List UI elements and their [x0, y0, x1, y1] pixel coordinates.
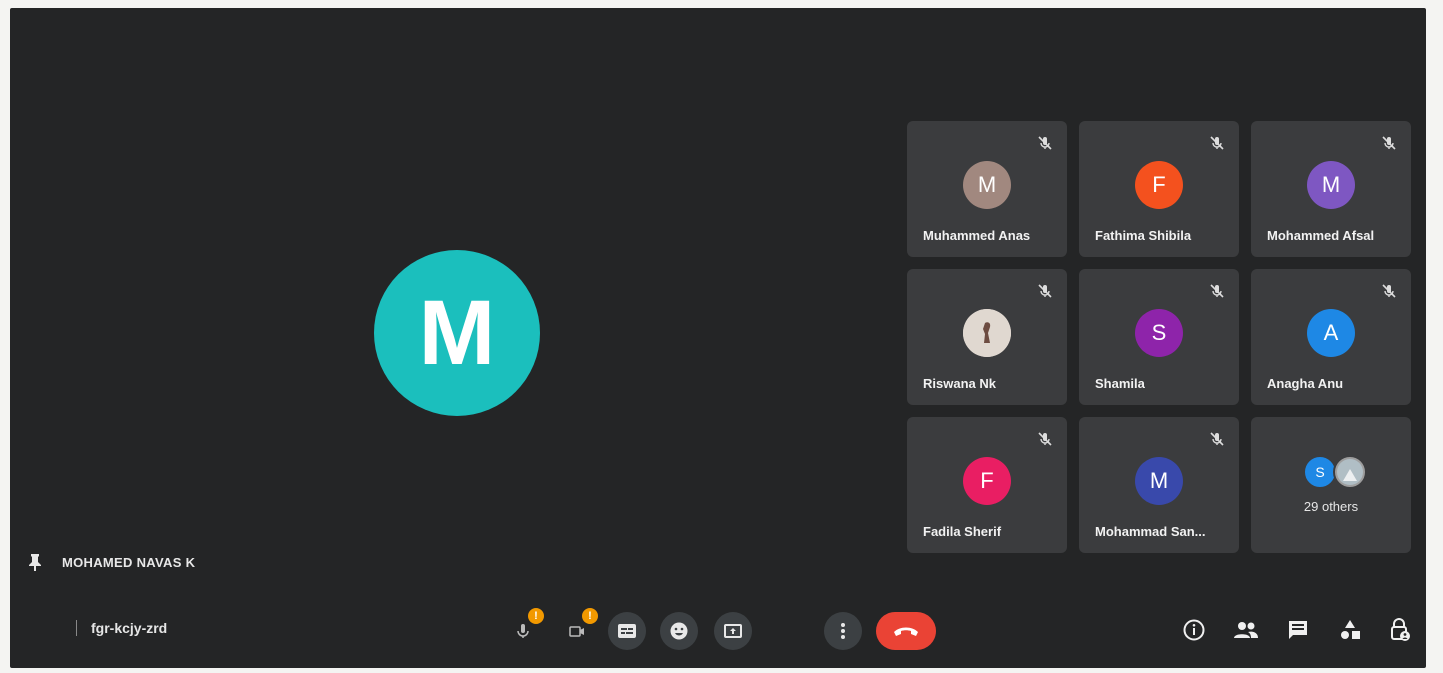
present-screen-button[interactable]	[714, 612, 752, 650]
camera-button[interactable]: !	[558, 608, 598, 650]
microphone-button[interactable]: !	[504, 608, 544, 650]
participant-tile[interactable]: Riswana Nk	[907, 269, 1067, 405]
others-count: 29 others	[1303, 499, 1359, 514]
participant-avatar: M	[1307, 161, 1355, 209]
mic-off-icon	[1037, 135, 1053, 151]
emoji-icon	[670, 622, 688, 640]
participant-avatar: S	[1303, 455, 1337, 489]
mic-off-icon	[1381, 135, 1397, 151]
bottom-toolbar: fgr-kcjy-zrd ! !	[10, 598, 1426, 658]
participant-avatar: A	[1307, 309, 1355, 357]
participant-name: Shamila	[1095, 376, 1145, 391]
participant-name: Riswana Nk	[923, 376, 996, 391]
host-controls-button[interactable]	[1386, 616, 1414, 644]
call-end-icon	[894, 627, 918, 636]
mic-off-icon	[1209, 431, 1225, 447]
people-button[interactable]	[1232, 616, 1260, 644]
meeting-code: fgr-kcjy-zrd	[91, 620, 168, 636]
leave-call-button[interactable]	[876, 612, 936, 650]
participant-avatar: M	[963, 161, 1011, 209]
meeting-info-button[interactable]	[1180, 616, 1208, 644]
main-speaker-avatar: M	[374, 250, 540, 416]
participant-tile[interactable]: F Fathima Shibila	[1079, 121, 1239, 257]
others-avatars: S	[1303, 455, 1367, 489]
activities-button[interactable]	[1336, 616, 1364, 644]
captions-button[interactable]	[608, 612, 646, 650]
participant-tile[interactable]: F Fadila Sherif	[907, 417, 1067, 553]
participant-tile[interactable]: M Mohammed Afsal	[1251, 121, 1411, 257]
people-icon	[1234, 622, 1258, 638]
participant-avatar: S	[1135, 309, 1183, 357]
meet-window: M MOHAMED NAVAS K M Muhammed Anas F Fath…	[10, 8, 1426, 668]
participant-tile[interactable]: M Mohammad San...	[1079, 417, 1239, 553]
activities-icon	[1341, 620, 1360, 639]
more-options-button[interactable]	[824, 612, 862, 650]
participant-name: Muhammed Anas	[923, 228, 1031, 243]
mic-icon	[517, 624, 529, 638]
present-icon	[724, 624, 742, 638]
participant-avatar: F	[963, 457, 1011, 505]
divider	[76, 620, 77, 636]
main-stage: M	[10, 8, 910, 568]
warning-badge: !	[528, 608, 544, 624]
participant-tile[interactable]: M Muhammed Anas	[907, 121, 1067, 257]
participant-grid: M Muhammed Anas F Fathima Shibila M Moha…	[907, 121, 1419, 553]
pin-icon[interactable]	[28, 553, 42, 571]
participant-tile[interactable]: A Anagha Anu	[1251, 269, 1411, 405]
more-vert-icon	[841, 623, 845, 639]
warning-badge: !	[582, 608, 598, 624]
participant-tile[interactable]: S Shamila	[1079, 269, 1239, 405]
chat-button[interactable]	[1284, 616, 1312, 644]
mic-off-icon	[1381, 283, 1397, 299]
participant-photo	[963, 309, 1011, 357]
participant-name: Fathima Shibila	[1095, 228, 1192, 243]
participant-avatar: F	[1135, 161, 1183, 209]
pinned-participant-name: MOHAMED NAVAS K	[62, 554, 196, 570]
participant-name: Mohammed Afsal	[1267, 228, 1375, 243]
mic-off-icon	[1037, 431, 1053, 447]
lock-person-icon	[1391, 618, 1410, 641]
mic-off-icon	[1037, 283, 1053, 299]
participant-name: Fadila Sherif	[923, 524, 1002, 539]
camera-icon	[569, 626, 584, 637]
mic-off-icon	[1209, 135, 1225, 151]
chat-icon	[1289, 621, 1307, 639]
participant-avatar: M	[1135, 457, 1183, 505]
reactions-button[interactable]	[660, 612, 698, 650]
info-icon	[1183, 619, 1205, 641]
others-tile[interactable]: S 29 others	[1251, 417, 1411, 553]
meeting-details: fgr-kcjy-zrd	[76, 620, 167, 636]
participant-name: Anagha Anu	[1267, 376, 1344, 391]
participant-name: Mohammad San...	[1095, 524, 1206, 539]
mic-off-icon	[1209, 283, 1225, 299]
closed-captions-icon	[618, 624, 636, 638]
pinned-participant-label: MOHAMED NAVAS K	[28, 553, 195, 571]
participant-photo	[1333, 455, 1367, 489]
